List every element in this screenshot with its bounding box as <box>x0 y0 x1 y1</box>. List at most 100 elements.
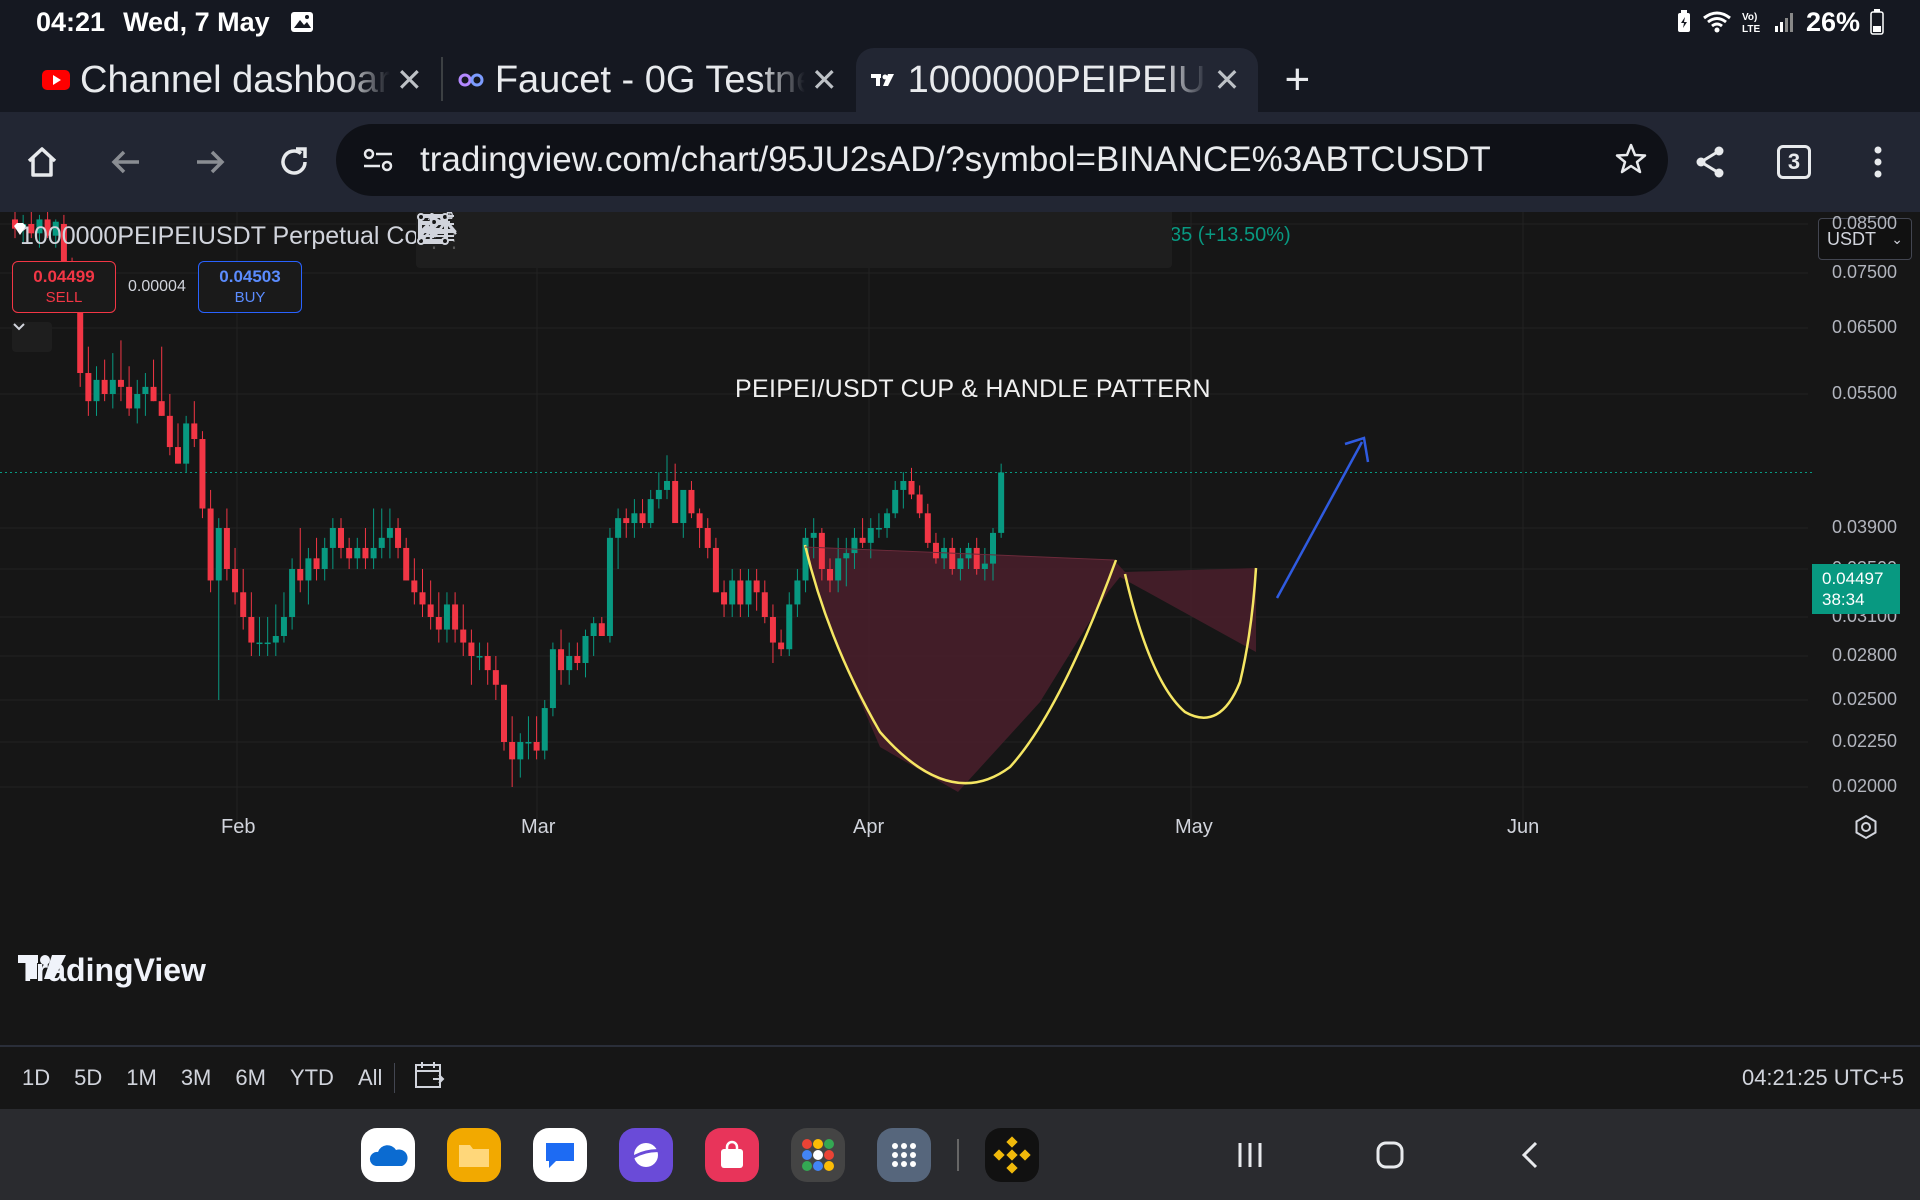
candlestick-chart[interactable] <box>0 212 1920 1047</box>
trend-angle-button[interactable] <box>418 212 866 268</box>
candle-body <box>745 580 752 605</box>
signal-icon <box>1774 11 1796 33</box>
back-button[interactable] <box>84 120 168 204</box>
close-tab-icon[interactable]: ✕ <box>1214 61 1241 99</box>
address-bar[interactable]: tradingview.com/chart/95JU2sAD/?symbol=B… <box>336 124 1668 196</box>
rectangle-button[interactable] <box>417 212 986 268</box>
price-tick-label: 0.06500 <box>1832 317 1898 337</box>
elliott-impulse-button[interactable]: 15 <box>418 212 1046 268</box>
site-settings-icon[interactable] <box>362 146 394 179</box>
time-tick-label: Mar <box>521 816 556 838</box>
candle-body <box>346 547 353 559</box>
candle-body <box>704 528 711 548</box>
close-tab-icon[interactable]: ✕ <box>396 61 423 99</box>
tab-count: 3 <box>1777 145 1811 179</box>
back-nav-button[interactable] <box>1485 1125 1575 1185</box>
collapse-legend-button[interactable] <box>12 322 52 352</box>
elliott-correction-icon: AC <box>418 212 457 239</box>
candle-body <box>166 415 173 448</box>
app-drawer[interactable] <box>877 1127 931 1182</box>
text-tool-button[interactable] <box>420 212 806 268</box>
home-button[interactable] <box>0 120 84 204</box>
buy-label: BUY <box>234 289 266 306</box>
onedrive-app[interactable] <box>361 1127 415 1182</box>
forward-button[interactable] <box>168 120 252 204</box>
bookmark-star-icon[interactable] <box>1614 142 1648 181</box>
candle-body <box>232 569 239 593</box>
range-3m[interactable]: 3M <box>181 1065 212 1091</box>
candle-body <box>973 547 980 569</box>
candle-body <box>753 580 760 593</box>
chart-area[interactable]: 1000000PEIPEIUSDT Perpetual Contract 35 … <box>0 212 1920 1047</box>
tab-switcher-button[interactable]: 3 <box>1752 120 1836 204</box>
elliott-triangle-button[interactable]: AE <box>418 212 1106 268</box>
elliott-correction-button[interactable]: AC <box>418 212 1166 268</box>
galaxy-store-app[interactable] <box>705 1127 759 1182</box>
range-1d[interactable]: 1D <box>22 1065 50 1091</box>
candle-body <box>191 423 198 440</box>
candle-body <box>712 547 719 593</box>
candle-body <box>949 547 956 569</box>
samsung-internet-app[interactable] <box>619 1127 673 1182</box>
fib-extension-button[interactable] <box>418 212 626 268</box>
chart-annotation[interactable]: PEIPEI/USDT CUP & HANDLE PATTERN <box>735 375 1211 404</box>
candle-body <box>875 528 882 530</box>
candle-body <box>354 547 361 559</box>
candle-body <box>460 629 467 643</box>
fib-tool-button[interactable] <box>418 212 566 268</box>
candle-body <box>598 623 605 637</box>
range-ytd[interactable]: YTD <box>290 1065 334 1091</box>
clock-time[interactable]: 04:21:25 UTC+5 <box>1742 1065 1904 1091</box>
candle-body <box>240 592 247 617</box>
home-nav-button[interactable] <box>1345 1125 1435 1185</box>
tradingview-logo-icon <box>18 955 66 979</box>
recent-apps-button[interactable] <box>1205 1125 1295 1185</box>
messages-app[interactable] <box>533 1127 587 1182</box>
candle-body <box>142 386 149 394</box>
time-tick-label: Jun <box>1507 816 1540 838</box>
reload-button[interactable] <box>252 120 336 204</box>
binance-icon <box>993 1135 1031 1174</box>
candle-body <box>615 518 622 538</box>
price-tick-label: 0.05500 <box>1832 383 1898 403</box>
binance-app[interactable] <box>985 1127 1039 1182</box>
tab-faucet[interactable]: Faucet - 0G Testnet ✕ <box>443 48 856 112</box>
forward-arrow-icon <box>197 150 225 174</box>
tab-tradingview[interactable]: 1000000PEIPEIUSDT ✕ <box>855 48 1259 112</box>
candle-body <box>566 656 573 671</box>
candle-body <box>117 379 124 387</box>
price-tick-label: 0.02800 <box>1832 645 1898 665</box>
faucet-icon <box>457 70 485 90</box>
symbol-title[interactable]: 1000000PEIPEIUSDT Perpetual Contract <box>12 222 422 251</box>
menu-button[interactable] <box>1836 120 1920 204</box>
trend-line-button[interactable] <box>419 212 926 268</box>
candle-body <box>908 480 915 495</box>
candle-body <box>606 537 613 637</box>
app-folder[interactable] <box>791 1127 845 1182</box>
spread-value: 0.00004 <box>128 278 186 295</box>
share-button[interactable] <box>1668 120 1752 204</box>
buy-button[interactable]: 0.04503 BUY <box>198 261 302 313</box>
tab-youtube-studio[interactable]: Channel dashboard - YouTube Studio ✕ <box>28 48 441 112</box>
svg-text:C: C <box>446 212 453 222</box>
range-5d[interactable]: 5D <box>74 1065 102 1091</box>
candle-body <box>492 670 499 685</box>
candle-body <box>778 642 785 650</box>
callout-button[interactable] <box>418 212 746 268</box>
range-6m[interactable]: 6M <box>235 1065 266 1091</box>
close-tab-icon[interactable]: ✕ <box>811 61 838 99</box>
files-app[interactable] <box>447 1127 501 1182</box>
new-tab-button[interactable]: + <box>1258 48 1336 112</box>
candle-body <box>215 528 222 581</box>
go-to-date-button[interactable] <box>413 1060 445 1096</box>
candle-body <box>680 489 687 524</box>
candle-body <box>183 423 190 464</box>
shopping-bag-icon <box>721 1140 743 1168</box>
horizontal-ray-button[interactable] <box>418 212 686 268</box>
candle-body <box>924 513 931 543</box>
range-1m[interactable]: 1M <box>126 1065 157 1091</box>
candle-body <box>223 528 230 569</box>
candle-body <box>884 513 891 528</box>
range-all[interactable]: All <box>358 1065 382 1091</box>
sell-button[interactable]: 0.04499 SELL <box>12 261 116 313</box>
